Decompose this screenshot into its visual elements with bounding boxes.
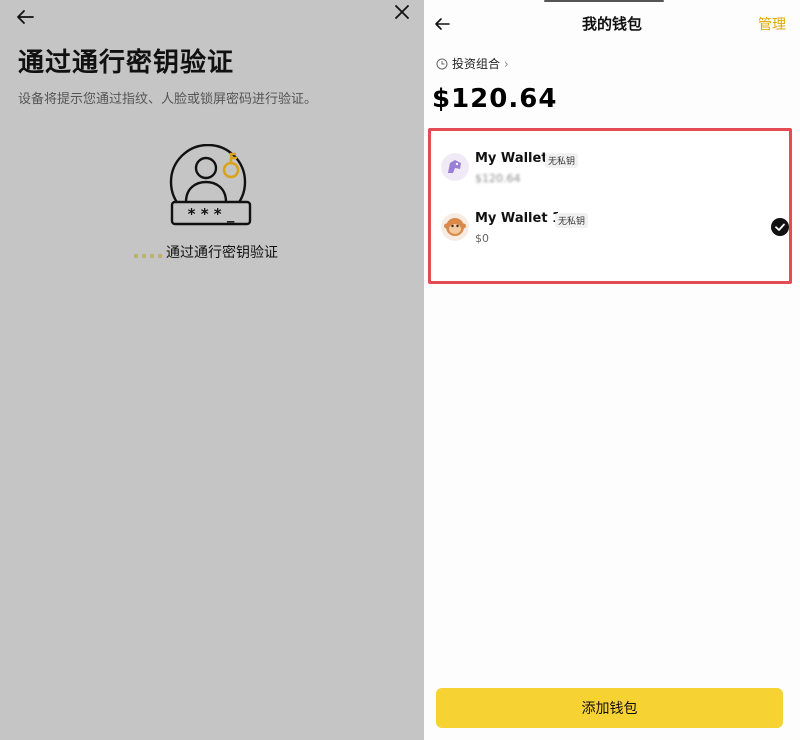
passkey-verification-panel: 通过通行密钥验证 设备将提示您通过指纹、人脸或锁屏密码进行验证。 * * * _… bbox=[0, 0, 424, 740]
wallet-name: My Wallet bbox=[475, 151, 548, 166]
wallet-name: My Wallet 1 bbox=[475, 211, 562, 226]
passkey-user-key-icon: * * * _ bbox=[169, 144, 252, 226]
portfolio-label: 投资组合 bbox=[452, 57, 501, 71]
wallet-value: $120.64 bbox=[475, 172, 521, 185]
manage-button[interactable]: 管理 bbox=[758, 14, 786, 34]
unicorn-avatar-icon bbox=[441, 153, 469, 181]
portfolio-link[interactable]: 投资组合 › bbox=[436, 55, 509, 72]
top-notch bbox=[544, 0, 664, 2]
page-subtitle: 设备将提示您通过指纹、人脸或锁屏密码进行验证。 bbox=[18, 92, 318, 107]
no-private-key-badge: 无私钥 bbox=[545, 153, 579, 168]
arrow-left-icon[interactable] bbox=[14, 6, 36, 28]
add-wallet-button[interactable]: 添加钱包 bbox=[436, 688, 783, 728]
total-balance: $120.64 bbox=[432, 84, 558, 114]
wallet-value: $0 bbox=[475, 232, 489, 245]
chevron-right-icon: › bbox=[504, 56, 509, 71]
no-private-key-badge: 无私钥 bbox=[555, 213, 589, 228]
loading-dots-icon bbox=[134, 254, 162, 258]
clock-icon bbox=[436, 58, 448, 69]
loading-indicator: 通过通行密钥验证 bbox=[134, 242, 278, 262]
page-title: 通过通行密钥验证 bbox=[18, 48, 235, 78]
wallet-list: My Wallet 无私钥 $120.64 My Wallet 1 无私钥 $0 bbox=[428, 128, 792, 284]
my-wallet-panel: 我的钱包 管理 投资组合 › $120.64 My Wallet 无私钥 $12… bbox=[424, 0, 800, 740]
wallet-item[interactable]: My Wallet 无私钥 $120.64 bbox=[439, 145, 785, 201]
page-title: 我的钱包 bbox=[581, 15, 642, 33]
add-wallet-label: 添加钱包 bbox=[581, 701, 638, 717]
close-icon[interactable] bbox=[392, 2, 412, 22]
passkey-pin-text: * * * _ bbox=[188, 205, 235, 223]
check-circle-icon bbox=[771, 218, 789, 236]
loading-text: 通过通行密钥验证 bbox=[166, 245, 278, 261]
monkey-avatar-icon bbox=[441, 213, 469, 241]
wallet-item[interactable]: My Wallet 1 无私钥 $0 bbox=[439, 205, 789, 261]
